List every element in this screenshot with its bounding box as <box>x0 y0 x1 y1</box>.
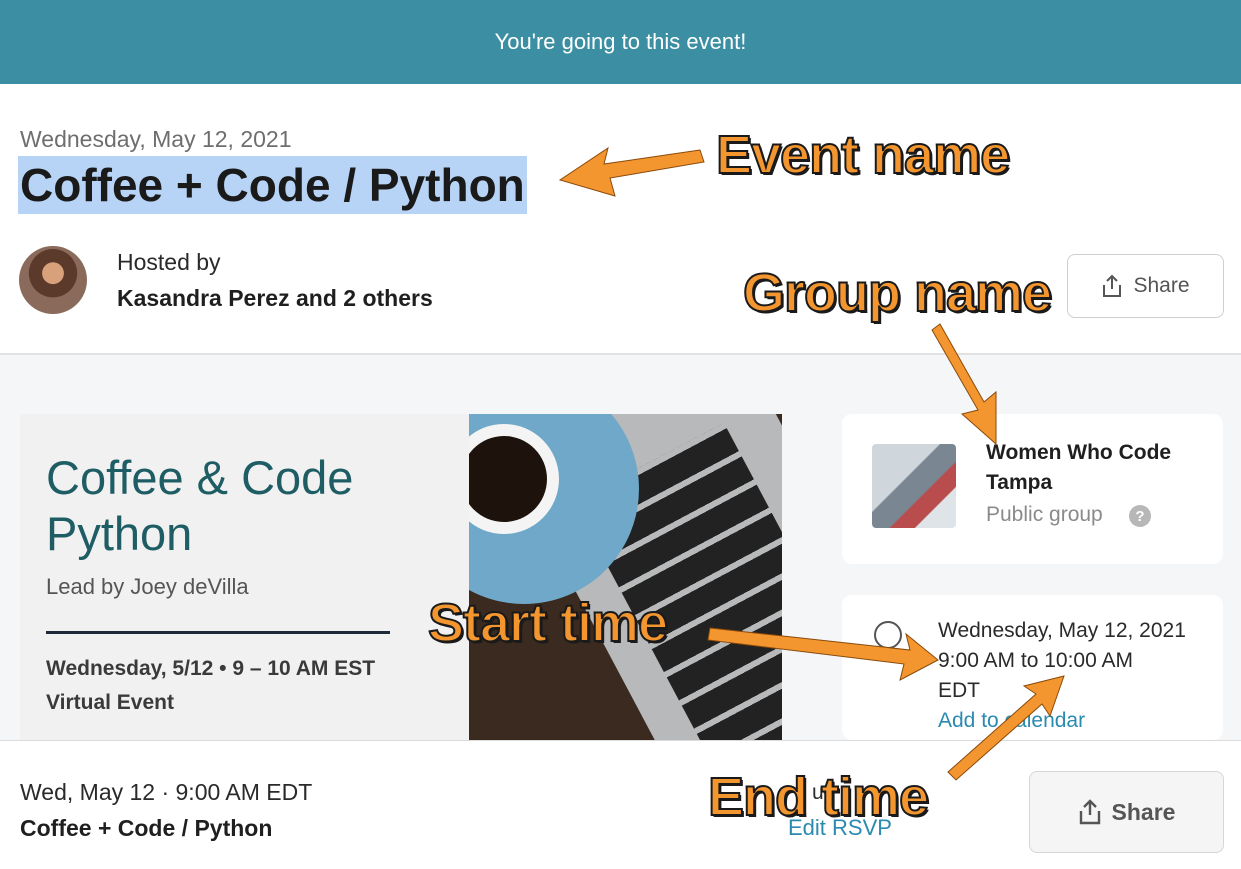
footer-share-label: Share <box>1111 798 1176 825</box>
event-flyer-image: Coffee & Code Python Lead by Joey deVill… <box>20 414 782 740</box>
flyer-title-line2: Python <box>46 507 193 560</box>
time-date: Wednesday, May 12, 2021 <box>938 619 1186 642</box>
group-card[interactable]: Women Who Code Tampa Public group ? <box>842 414 1223 564</box>
group-name[interactable]: Women Who Code Tampa <box>986 438 1196 498</box>
share-label: Share <box>1133 274 1190 297</box>
share-icon <box>1103 274 1122 297</box>
flyer-text-panel: Coffee & Code Python Lead by Joey deVill… <box>20 414 469 740</box>
share-icon <box>1079 799 1100 825</box>
time-timezone: EDT <box>938 679 980 702</box>
footer-title: Coffee + Code / Python <box>20 815 273 841</box>
group-thumbnail[interactable] <box>872 444 956 528</box>
hosted-by-label: Hosted by <box>117 249 221 275</box>
sticky-footer: Wed, May 12 · 9:00 AM EDT Coffee + Code … <box>0 740 1241 869</box>
time-card: Wednesday, May 12, 2021 9:00 AM to 10:00… <box>842 595 1223 740</box>
annotation-group-name: Group name <box>742 262 1053 324</box>
event-title: Coffee + Code / Python <box>18 156 527 214</box>
flyer-title-line1: Coffee & Code <box>46 451 354 504</box>
avatar[interactable] <box>19 246 87 314</box>
share-button[interactable]: Share <box>1067 254 1224 318</box>
host-names[interactable]: Kasandra Perez and 2 others <box>117 285 433 312</box>
flyer-when: Wednesday, 5/12 • 9 – 10 AM EST <box>46 657 376 680</box>
event-header: Wednesday, May 12, 2021 Coffee + Code / … <box>0 84 1241 354</box>
flyer-divider <box>46 631 390 634</box>
flyer-where: Virtual Event <box>46 691 174 714</box>
event-date: Wednesday, May 12, 2021 <box>20 126 292 152</box>
clock-icon <box>874 621 902 649</box>
annotation-event-name: Event name <box>715 124 1011 186</box>
footer-share-button[interactable]: Share <box>1029 771 1224 853</box>
annotation-start-time: Start time <box>427 592 669 654</box>
flyer-lead: Lead by Joey deVilla <box>46 574 249 599</box>
help-icon[interactable]: ? <box>1129 505 1151 527</box>
coffee-laptop-photo <box>469 414 782 740</box>
add-to-calendar-link[interactable]: Add to calendar <box>938 709 1085 733</box>
going-banner: You're going to this event! <box>0 0 1241 84</box>
banner-text: You're going to this event! <box>494 29 747 54</box>
group-type: Public group <box>986 503 1103 526</box>
footer-when: Wed, May 12 · 9:00 AM EDT <box>20 779 313 805</box>
time-range: 9:00 AM to 10:00 AM <box>938 649 1133 672</box>
annotation-end-time: End time <box>707 766 930 828</box>
